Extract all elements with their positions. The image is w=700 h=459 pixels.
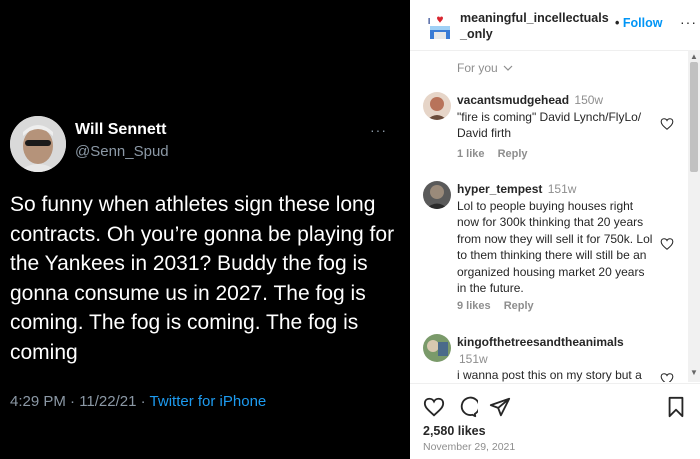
comments-list[interactable]: vacantsmudgehead 150w "fire is coming" D…: [410, 86, 688, 382]
account-avatar[interactable]: I: [425, 12, 455, 42]
comment-text: Lol to people buying houses right now fo…: [457, 198, 653, 296]
comments-scrollbar[interactable]: ▲ ▼: [688, 50, 700, 382]
commenter-avatar[interactable]: [423, 92, 451, 120]
instagram-panel: I meaningful_incellectuals_only • Follow…: [410, 0, 700, 459]
reply-button[interactable]: Reply: [504, 300, 534, 312]
account-username[interactable]: meaningful_incellectuals_only: [460, 10, 610, 42]
follow-dot: •: [615, 16, 620, 30]
likes-count[interactable]: 2,580 likes: [423, 424, 486, 438]
tweet-author-name: Will Sennett: [75, 121, 167, 138]
post-header: I meaningful_incellectuals_only • Follow…: [410, 0, 700, 51]
tweet-source: Twitter for iPhone: [149, 393, 267, 410]
commenter-avatar[interactable]: [423, 181, 451, 209]
scroll-up-icon[interactable]: ▲: [690, 52, 698, 61]
comment-body: vacantsmudgehead 150w "fire is coming" D…: [457, 92, 657, 142]
tweet-more-icon: ···: [370, 122, 387, 138]
svg-text:I: I: [428, 17, 430, 26]
tweet-avatar: [10, 116, 66, 172]
comment-username[interactable]: hyper_tempest: [457, 182, 542, 196]
tweet-author-handle: @Senn_Spud: [75, 143, 169, 160]
post-date: November 29, 2021: [423, 441, 516, 453]
comment-username[interactable]: vacantsmudgehead: [457, 93, 569, 107]
bookmark-icon[interactable]: [665, 396, 687, 418]
share-icon[interactable]: [489, 396, 511, 418]
screen: Will Sennett @Senn_Spud ··· So funny whe…: [0, 0, 700, 459]
tweet-time: 4:29 PM · 11/22/21 ·: [10, 393, 150, 410]
tweet-image: Will Sennett @Senn_Spud ··· So funny whe…: [0, 0, 410, 458]
for-you-label: For you: [457, 61, 498, 75]
comment-body: hyper_tempest 151w Lol to people buying …: [457, 181, 657, 297]
comment-likes[interactable]: 9 likes: [457, 300, 491, 312]
chevron-down-icon: [503, 65, 513, 71]
heart-icon[interactable]: [660, 372, 674, 382]
for-you-filter[interactable]: For you: [457, 61, 513, 75]
follow-button[interactable]: • Follow: [615, 16, 662, 30]
follow-label: Follow: [622, 16, 663, 30]
comment-likes[interactable]: 1 like: [457, 148, 485, 160]
comment-meta: 1 like Reply: [457, 148, 538, 160]
heart-icon[interactable]: [660, 117, 674, 131]
comment-body: kingofthetreesandtheanimals 151w i wanna…: [457, 334, 657, 382]
tweet-text: So funny when athletes sign these long c…: [10, 193, 395, 364]
scroll-down-icon[interactable]: ▼: [690, 368, 698, 377]
heart-icon[interactable]: [423, 396, 445, 418]
more-icon[interactable]: ···: [680, 14, 697, 30]
reply-button[interactable]: Reply: [498, 148, 528, 160]
comment-icon[interactable]: [456, 396, 478, 418]
comment-username[interactable]: kingofthetreesandtheanimals: [457, 335, 624, 349]
comment-text: "fire is coming" David Lynch/FlyLo/ Davi…: [457, 109, 642, 141]
comment-time: 151w: [547, 182, 577, 196]
post-actions: 2,580 likes November 29, 2021: [410, 383, 700, 459]
comment-meta: 9 likes Reply: [457, 300, 544, 312]
comment-time: 151w: [459, 351, 488, 366]
commenter-avatar[interactable]: [423, 334, 451, 362]
comment-text: i wanna post this on my story but a lot …: [457, 368, 642, 382]
comment-time: 150w: [574, 93, 604, 107]
tweet-meta: 4:29 PM · 11/22/21 · Twitter for iPhone: [10, 393, 266, 410]
scrollbar-thumb[interactable]: [690, 62, 698, 172]
heart-icon[interactable]: [660, 237, 674, 251]
